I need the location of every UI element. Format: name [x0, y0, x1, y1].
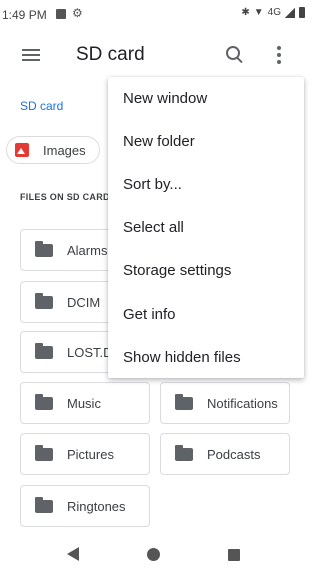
folder-ringtones[interactable]: Ringtones — [20, 485, 150, 527]
battery-icon — [299, 7, 305, 18]
home-icon[interactable] — [147, 548, 160, 561]
folder-name: Pictures — [67, 447, 114, 462]
folder-pictures[interactable]: Pictures — [20, 433, 150, 475]
search-icon[interactable] — [224, 44, 244, 64]
folder-notifications[interactable]: Notifications — [160, 382, 290, 424]
gallery-notification-icon — [56, 9, 66, 19]
breadcrumb[interactable]: SD card — [20, 99, 63, 113]
menu-item-new-window[interactable]: New window — [123, 90, 207, 107]
menu-icon[interactable] — [22, 49, 40, 61]
folder-icon — [35, 394, 53, 410]
back-icon[interactable] — [67, 547, 79, 561]
wifi-icon: ▼ — [253, 7, 264, 18]
system-nav-bar — [0, 540, 307, 569]
folder-icon — [175, 394, 193, 410]
folder-icon — [35, 343, 53, 359]
recents-icon[interactable] — [228, 549, 240, 561]
menu-item-show-hidden-files[interactable]: Show hidden files — [123, 349, 241, 366]
status-time: 1:49 PM — [2, 8, 47, 22]
network-type: 4G — [267, 7, 281, 18]
folder-name: Ringtones — [67, 499, 126, 514]
menu-item-select-all[interactable]: Select all — [123, 219, 184, 236]
folder-name: DCIM — [67, 295, 101, 310]
overflow-menu: New window New folder Sort by... Select … — [108, 77, 304, 378]
menu-item-get-info[interactable]: Get info — [123, 306, 176, 323]
folder-music[interactable]: Music — [20, 382, 150, 424]
status-bar: 1:49 PM ⚙ ✱ ▼ 4G — [0, 0, 307, 32]
images-chip[interactable]: Images — [6, 136, 100, 164]
menu-item-sort-by[interactable]: Sort by... — [123, 176, 182, 193]
image-icon — [15, 143, 29, 157]
settings-notification-icon: ⚙ — [72, 6, 83, 20]
folder-icon — [35, 497, 53, 513]
folder-icon — [35, 293, 53, 309]
folder-icon — [35, 241, 53, 257]
chip-label: Images — [43, 143, 86, 158]
menu-item-storage-settings[interactable]: Storage settings — [123, 262, 231, 279]
folder-name: Podcasts — [207, 447, 261, 462]
folder-name: Alarms — [67, 243, 108, 258]
more-options-icon[interactable] — [276, 46, 282, 64]
bluetooth-icon: ✱ — [241, 7, 250, 18]
app-bar: SD card — [0, 32, 307, 78]
folder-name: Music — [67, 396, 101, 411]
folder-icon — [35, 445, 53, 461]
section-title: FILES ON SD CARD — [20, 192, 108, 202]
folder-podcasts[interactable]: Podcasts — [160, 433, 290, 475]
menu-item-new-folder[interactable]: New folder — [123, 133, 195, 150]
status-right: ✱ ▼ 4G — [241, 7, 305, 18]
folder-icon — [175, 445, 193, 461]
cell-signal-icon — [285, 7, 295, 18]
page-title: SD card — [76, 44, 145, 65]
folder-name: Notifications — [207, 396, 278, 411]
